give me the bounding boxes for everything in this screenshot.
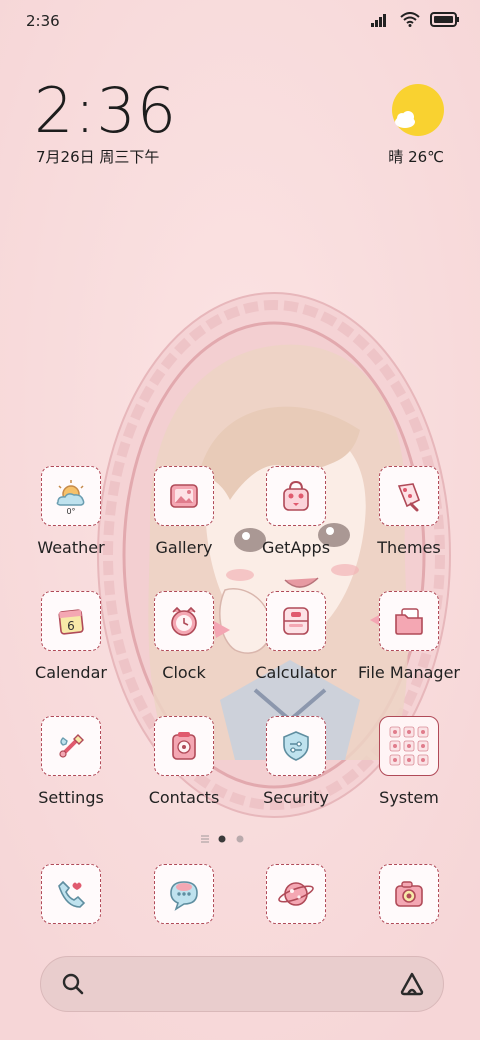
app-label: Security [263, 788, 329, 807]
assistant-icon[interactable] [399, 971, 425, 1001]
weather-widget-text[interactable]: 晴 26℃ [388, 146, 444, 167]
app-settings[interactable]: Settings [16, 716, 126, 807]
camera-icon [379, 864, 439, 924]
app-clock[interactable]: Clock [129, 591, 239, 682]
app-file-manager[interactable]: File Manager [354, 591, 464, 682]
search-icon[interactable] [61, 972, 85, 1000]
app-label: GetApps [261, 538, 331, 557]
status-icons [370, 12, 460, 31]
search-bar[interactable] [40, 956, 444, 1012]
app-label: Clock [162, 663, 206, 682]
dock-camera[interactable] [354, 864, 464, 924]
messages-icon [154, 864, 214, 924]
app-themes[interactable]: Themes [354, 466, 464, 557]
browser-icon [266, 864, 326, 924]
file-manager-icon [379, 591, 439, 651]
app-weather[interactable]: 0° Weather [16, 466, 126, 557]
page-dot-current [218, 835, 226, 843]
security-icon [266, 716, 326, 776]
app-gallery[interactable]: Gallery [129, 466, 239, 557]
page-dot [236, 835, 244, 843]
weather-icon: 0° [41, 466, 101, 526]
dock-browser[interactable] [241, 864, 351, 924]
gallery-icon [154, 466, 214, 526]
app-system-folder[interactable]: System [354, 716, 464, 807]
app-drawer-lines-icon [201, 835, 209, 843]
weather-icon-temp: 0° [66, 507, 75, 516]
wifi-icon [400, 12, 420, 31]
app-label: System [379, 788, 439, 807]
calendar-day: 6 [67, 619, 75, 633]
phone-icon [41, 864, 101, 924]
app-label: File Manager [358, 663, 460, 682]
app-label: Settings [38, 788, 104, 807]
signal-icon [370, 12, 390, 31]
app-label: Weather [37, 538, 105, 557]
app-label: Calculator [255, 663, 337, 682]
clock-icon [154, 591, 214, 651]
clock-widget-time[interactable]: 2:36 [34, 74, 177, 147]
dock-messages[interactable] [129, 864, 239, 924]
app-label: Themes [377, 538, 441, 557]
weather-widget-sun-icon[interactable] [392, 84, 444, 136]
calendar-icon: 6 [41, 591, 101, 651]
themes-icon [379, 466, 439, 526]
contacts-icon [154, 716, 214, 776]
app-getapps[interactable]: GetApps [241, 466, 351, 557]
app-label: Contacts [148, 788, 220, 807]
system-folder-icon [379, 716, 439, 776]
battery-icon [430, 12, 460, 31]
status-bar: 2:36 [0, 0, 480, 44]
dock-phone[interactable] [16, 864, 126, 924]
calculator-icon [266, 591, 326, 651]
status-time: 2:36 [26, 12, 60, 30]
app-security[interactable]: Security [241, 716, 351, 807]
app-contacts[interactable]: Contacts [129, 716, 239, 807]
app-calendar[interactable]: 6 Calendar [16, 591, 126, 682]
settings-icon [41, 716, 101, 776]
app-calculator[interactable]: Calculator [241, 591, 351, 682]
clock-widget-date[interactable]: 7月26日 周三下午 [36, 146, 159, 167]
getapps-icon [266, 466, 326, 526]
app-label: Gallery [155, 538, 213, 557]
app-label: Calendar [35, 663, 107, 682]
page-indicator[interactable] [200, 830, 260, 843]
